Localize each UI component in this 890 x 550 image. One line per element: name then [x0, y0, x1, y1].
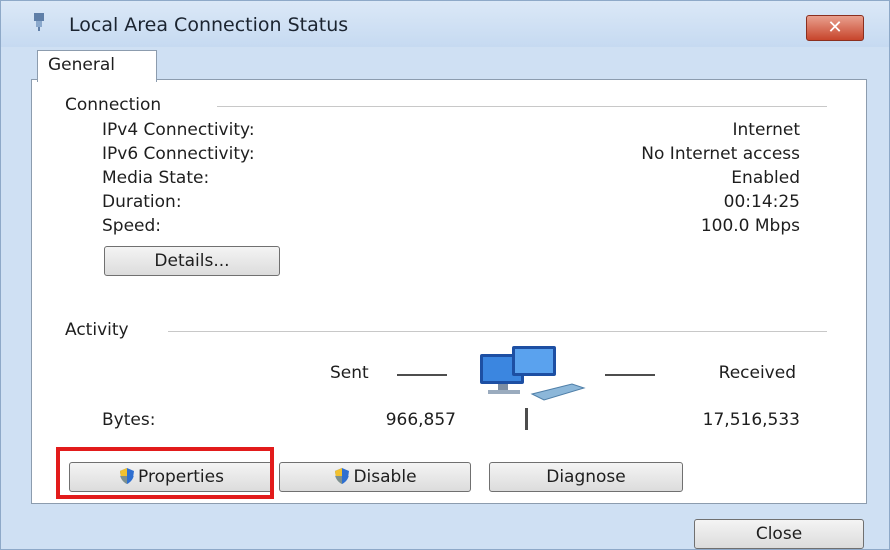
activity-group-line	[168, 331, 827, 332]
details-button[interactable]: Details...	[104, 246, 280, 276]
bytes-separator	[525, 408, 528, 430]
window-title: Local Area Connection Status	[69, 14, 349, 36]
duration-value: 00:14:25	[723, 192, 800, 212]
properties-button[interactable]: Properties	[69, 462, 273, 492]
status-dialog: Local Area Connection Status ✕ General C…	[0, 0, 890, 550]
ipv6-label: IPv6 Connectivity:	[102, 144, 255, 164]
media-state-label: Media State:	[102, 168, 210, 188]
media-state-value: Enabled	[731, 168, 800, 188]
received-connector-line	[605, 374, 655, 376]
bytes-received-value: 17,516,533	[702, 410, 800, 430]
tab-general[interactable]: General	[37, 50, 157, 82]
uac-shield-icon	[335, 468, 350, 484]
bytes-sent-value: 966,857	[385, 410, 456, 430]
ipv6-value: No Internet access	[641, 144, 800, 164]
activity-heading: Activity	[65, 320, 137, 340]
close-window-button[interactable]: ✕	[806, 15, 864, 41]
ipv4-label: IPv4 Connectivity:	[102, 120, 255, 140]
network-adapter-icon	[34, 13, 44, 31]
sent-connector-line	[397, 374, 447, 376]
connection-heading: Connection	[65, 95, 170, 115]
bytes-label: Bytes:	[102, 410, 156, 430]
received-label: Received	[718, 363, 796, 383]
title-bar[interactable]: Local Area Connection Status ✕	[1, 1, 889, 47]
disable-label: Disable	[353, 467, 417, 487]
sent-label: Sent	[330, 363, 369, 383]
speed-label: Speed:	[102, 216, 162, 236]
speed-value: 100.0 Mbps	[700, 216, 800, 236]
network-computers-icon	[480, 346, 586, 401]
properties-label: Properties	[138, 467, 224, 487]
diagnose-button[interactable]: Diagnose	[489, 462, 683, 492]
ipv4-value: Internet	[732, 120, 800, 140]
close-button[interactable]: Close	[694, 519, 864, 549]
disable-button[interactable]: Disable	[279, 462, 471, 492]
duration-label: Duration:	[102, 192, 182, 212]
connection-group-line	[217, 106, 827, 107]
uac-shield-icon	[120, 468, 135, 484]
general-panel: Connection IPv4 Connectivity: Internet I…	[31, 79, 867, 504]
